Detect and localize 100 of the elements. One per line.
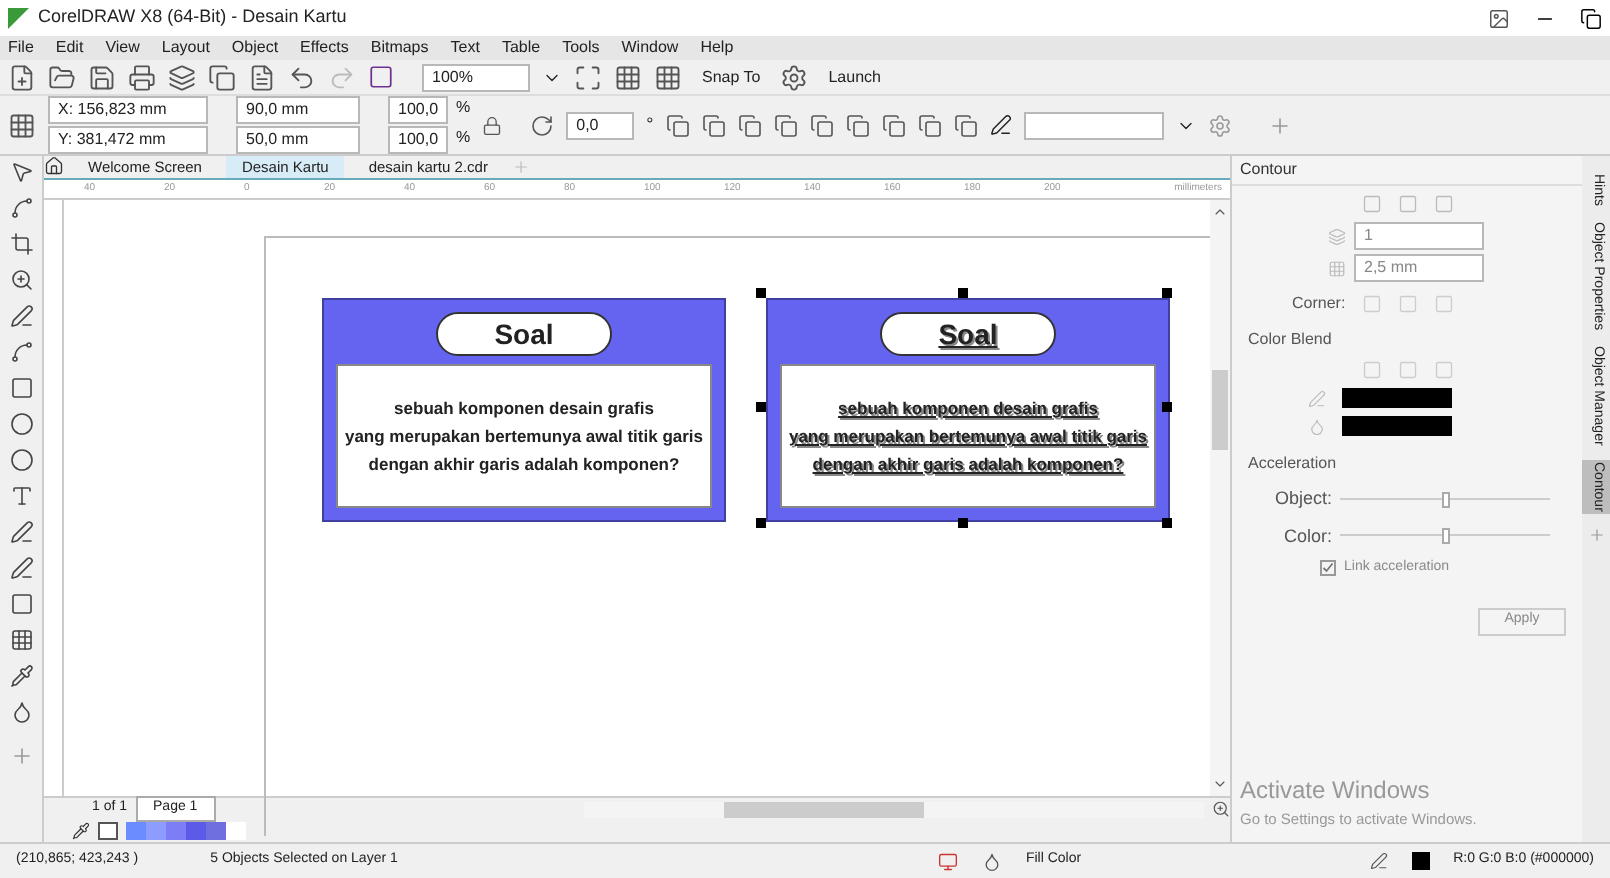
color-swatch[interactable]: [226, 822, 246, 840]
scroll-thumb[interactable]: [723, 801, 924, 817]
vertical-scrollbar[interactable]: [1210, 200, 1230, 796]
y-position-field[interactable]: Y: 381,472 mm: [48, 126, 208, 154]
polygon-tool[interactable]: [9, 448, 33, 472]
link-checkbox[interactable]: [1320, 560, 1336, 577]
arrange-icon[interactable]: [773, 113, 798, 137]
menu-item[interactable]: Effects: [300, 36, 349, 60]
dimension-tool[interactable]: [9, 520, 33, 544]
eyedropper-icon[interactable]: [72, 822, 90, 840]
outline-width-icon[interactable]: [989, 114, 1012, 136]
slider-track[interactable]: [1340, 528, 1550, 545]
arrange-icon[interactable]: [917, 113, 942, 137]
shadow-tool[interactable]: [9, 592, 33, 616]
arrange-icon[interactable]: [809, 113, 834, 137]
selection-handle[interactable]: [958, 518, 968, 528]
selection-handle[interactable]: [958, 288, 968, 298]
menu-item[interactable]: Window: [621, 36, 679, 60]
slider-thumb[interactable]: [1441, 491, 1449, 508]
rotation-angle-field[interactable]: 0,0: [566, 111, 635, 139]
horizontal-scrollbar[interactable]: [583, 801, 1204, 817]
outline-width-field[interactable]: [1023, 111, 1164, 139]
menu-item[interactable]: Edit: [55, 36, 84, 60]
slider-thumb[interactable]: [1441, 528, 1449, 545]
color-swatch[interactable]: [206, 822, 226, 840]
x-position-field[interactable]: X: 156,823 mm: [48, 96, 208, 124]
menu-item[interactable]: Layout: [161, 36, 210, 60]
scroll-up-icon[interactable]: [1212, 204, 1228, 220]
shape-tool[interactable]: [9, 196, 33, 220]
launch-button[interactable]: Launch: [820, 65, 889, 89]
selection-handle[interactable]: [1162, 402, 1172, 412]
crop-tool[interactable]: [9, 232, 33, 256]
fill-color-icon[interactable]: [1308, 417, 1326, 435]
freehand-tool[interactable]: [9, 304, 33, 328]
outline-color-icon[interactable]: [1308, 389, 1326, 407]
arrange-icon[interactable]: [953, 113, 978, 137]
menu-item[interactable]: View: [105, 36, 140, 60]
corel-connect-icon[interactable]: [368, 64, 394, 90]
pick-tool[interactable]: [9, 160, 33, 184]
outline-pen-icon[interactable]: [1369, 852, 1388, 870]
menu-item[interactable]: File: [8, 36, 34, 60]
grid-icon[interactable]: [654, 63, 682, 91]
scroll-thumb[interactable]: [1212, 370, 1228, 450]
slider-track[interactable]: [1340, 491, 1550, 508]
no-color-swatch[interactable]: [98, 822, 118, 840]
color-swatch[interactable]: [186, 822, 206, 840]
color-swatch[interactable]: [126, 822, 146, 840]
snap-to-button[interactable]: Snap To: [694, 65, 769, 89]
rotation-icon[interactable]: [530, 113, 555, 137]
menu-item[interactable]: Text: [450, 36, 480, 60]
arrange-icon[interactable]: [737, 113, 762, 137]
connector-tool[interactable]: [9, 556, 33, 580]
zoom-tool[interactable]: [9, 268, 33, 292]
menu-item[interactable]: Object: [231, 36, 279, 60]
scroll-down-icon[interactable]: [1212, 776, 1228, 792]
selection-handle[interactable]: [756, 288, 766, 298]
selection-handle[interactable]: [1162, 288, 1172, 298]
selection-handle[interactable]: [756, 518, 766, 528]
restore-icon[interactable]: [1580, 7, 1602, 29]
artistic-media-tool[interactable]: [9, 340, 33, 364]
new-document-icon[interactable]: [8, 63, 36, 91]
full-screen-icon[interactable]: [574, 63, 602, 91]
color-swatch[interactable]: [146, 822, 166, 840]
publish-icon[interactable]: [248, 63, 276, 91]
fill-icon[interactable]: [981, 851, 1002, 871]
scale-x-field[interactable]: 100,0: [388, 96, 448, 124]
selection-handle[interactable]: [756, 402, 766, 412]
outline-color-swatch[interactable]: [1342, 388, 1452, 408]
menu-item[interactable]: Table: [501, 36, 541, 60]
zoom-icon[interactable]: [1212, 800, 1230, 818]
arrange-icon[interactable]: [701, 113, 726, 137]
height-field[interactable]: 50,0 mm: [236, 126, 360, 154]
print-icon[interactable]: [128, 63, 156, 91]
menu-item[interactable]: Tools: [562, 36, 600, 60]
steps-field[interactable]: 1: [1354, 222, 1484, 250]
eyedropper-tool[interactable]: [9, 664, 33, 688]
menu-item[interactable]: Help: [700, 36, 734, 60]
arrange-icon[interactable]: [665, 113, 690, 137]
settings-icon[interactable]: [780, 63, 809, 91]
text-tool[interactable]: [9, 484, 33, 508]
lock-ratio-icon[interactable]: [482, 115, 503, 135]
percent-sign: %: [456, 126, 471, 150]
zoom-level-field[interactable]: 100%: [422, 63, 530, 91]
scale-y-field[interactable]: 100,0: [388, 126, 448, 154]
fill-tool[interactable]: [9, 700, 33, 724]
save-icon[interactable]: [88, 63, 116, 91]
color-proof-icon[interactable]: [937, 851, 958, 871]
ellipse-tool[interactable]: [9, 412, 33, 436]
fill-color-swatch[interactable]: [1342, 416, 1452, 436]
width-field[interactable]: 90,0 mm: [236, 96, 360, 124]
open-icon[interactable]: [48, 63, 76, 91]
color-swatch[interactable]: [166, 822, 186, 840]
arrange-icon[interactable]: [881, 113, 906, 137]
rectangle-tool[interactable]: [9, 376, 33, 400]
offset-field[interactable]: 2,5 mm: [1354, 254, 1484, 282]
selection-handle[interactable]: [1162, 518, 1172, 528]
arrange-icon[interactable]: [845, 113, 870, 137]
undo-icon[interactable]: [288, 63, 316, 91]
home-icon[interactable]: [44, 156, 64, 176]
menu-item[interactable]: Bitmaps: [370, 36, 429, 60]
